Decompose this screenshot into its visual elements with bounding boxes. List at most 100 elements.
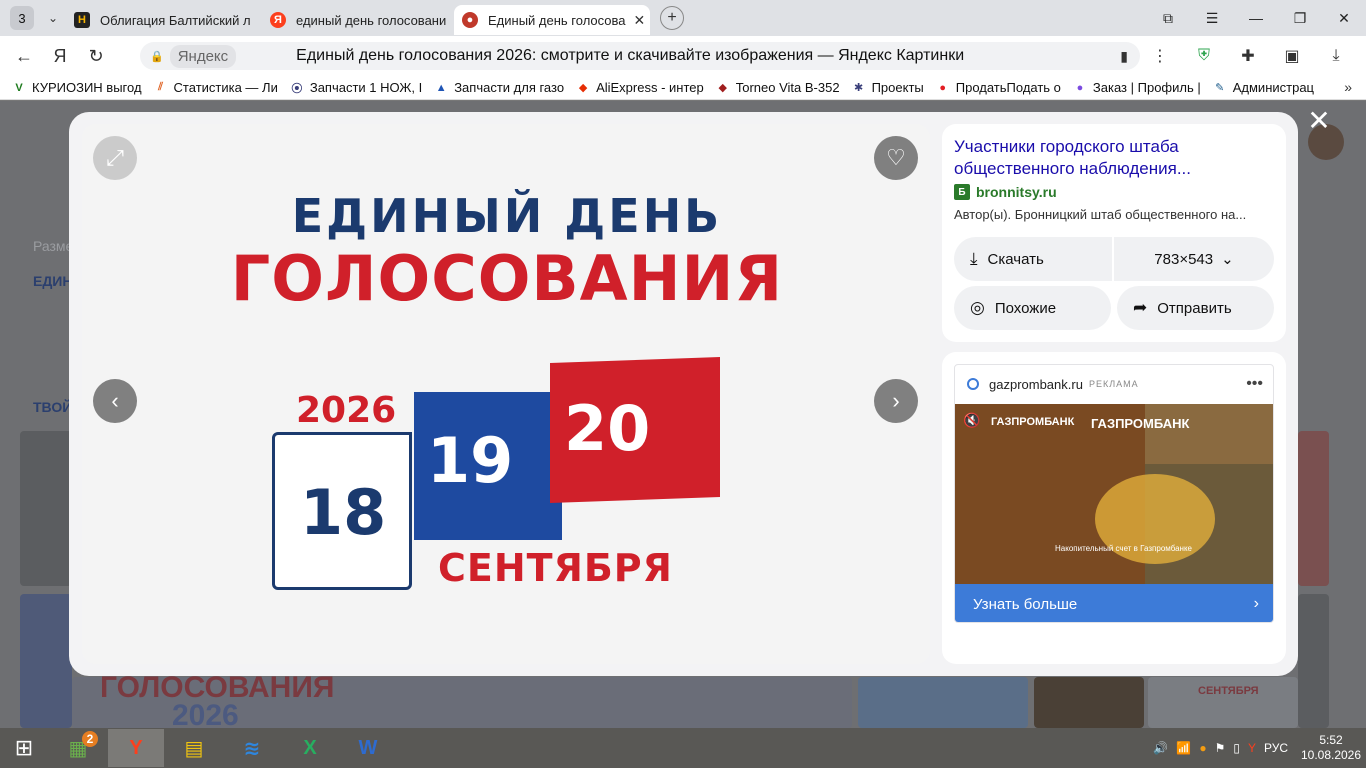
excel-icon[interactable]: X <box>282 729 338 767</box>
ad-options-icon[interactable]: ••• <box>1246 375 1263 393</box>
minimize-icon[interactable]: — <box>1234 10 1278 26</box>
ad-host: gazprombank.ru <box>989 376 1083 392</box>
tab-strip: 3 ⌄ H Облигация Балтийский л Я единый де… <box>0 0 1366 36</box>
source-host: bronnitsy.ru <box>976 184 1057 200</box>
new-tab-button[interactable]: + <box>660 6 684 30</box>
bookmarks-bar: V КУРИОЗИН выгод ⫽ Статистика — Ли ⦿ Запчас… <box>0 76 1366 100</box>
bookmark-icon: ◆ <box>718 82 727 94</box>
flag-icon[interactable]: ⚑ <box>1215 741 1226 755</box>
result-thumbnail[interactable] <box>20 594 72 728</box>
bookmark-item[interactable]: ● ПродатьПодать о <box>936 80 1061 95</box>
bookmarks-more-icon[interactable]: » <box>1344 79 1352 95</box>
restore-icon[interactable]: ❐ <box>1278 10 1322 27</box>
language-indicator[interactable]: РУС <box>1264 741 1288 755</box>
bookmark-item[interactable]: ✎ Администрац <box>1213 80 1314 95</box>
share-button[interactable]: ➦ Отправить <box>1117 286 1274 330</box>
result-thumbnail-row[interactable]: ГОЛОСОВАНИЯ 2026 <box>72 671 852 728</box>
ad-card: gazprombank.ru РЕКЛАМА ••• 🔇 ГАЗПРОМБАНК… <box>942 352 1286 664</box>
size-label: 783×543 <box>1154 250 1214 268</box>
similar-button[interactable]: ◎ Похожие <box>954 286 1111 330</box>
ad-image[interactable]: 🔇 ГАЗПРОМБАНК ГАЗПРОМБАНК Накопительный … <box>955 404 1273 584</box>
bookmark-label: Проекты <box>871 80 924 95</box>
tab-favicon: H <box>74 12 90 28</box>
close-tab-icon[interactable]: ✕ <box>634 12 646 29</box>
extensions-icon[interactable]: ✚ <box>1226 46 1270 66</box>
network-icon[interactable]: 📶 <box>1176 741 1191 755</box>
ad-cta-label: Узнать больше <box>973 595 1078 613</box>
tab-counter[interactable]: 3 <box>10 6 34 30</box>
bookmark-icon: ▲ <box>435 81 447 94</box>
result-thumbnail[interactable] <box>1034 677 1144 728</box>
tab-yandex-search[interactable]: Я единый день голосовани <box>262 5 454 35</box>
result-thumbnail[interactable] <box>20 431 72 586</box>
bookmark-icon: ⫽ <box>158 81 163 93</box>
collections-icon[interactable]: ⧉ <box>1146 10 1190 27</box>
prev-image-icon[interactable]: ‹ <box>93 379 137 423</box>
bookmark-label: ПродатьПодать о <box>955 80 1061 95</box>
tab-list-chevron-icon[interactable]: ⌄ <box>40 6 66 30</box>
close-window-icon[interactable]: ✕ <box>1322 10 1366 27</box>
back-icon[interactable]: ← <box>6 46 42 67</box>
bookmark-item[interactable]: ● Заказ | Профиль | <box>1073 80 1201 95</box>
menu-icon[interactable]: ☰ <box>1190 10 1234 27</box>
tab-bond[interactable]: H Облигация Балтийский л <box>66 5 262 35</box>
sidebar-icon[interactable]: ▣ <box>1270 46 1314 66</box>
battery-icon[interactable]: ▯ <box>1233 741 1240 755</box>
mute-icon[interactable]: 🔇 <box>963 412 980 429</box>
next-image-icon[interactable]: › <box>874 379 918 423</box>
result-thumbnail[interactable] <box>1298 431 1329 586</box>
tab-favicon: Я <box>270 12 286 28</box>
more-icon[interactable]: ⋮ <box>1138 46 1182 66</box>
protect-shield-icon[interactable]: ⛨ <box>1182 47 1226 65</box>
main-image[interactable]: ⤢ ♡ ‹ › ЕДИНЫЙ ДЕНЬ ГОЛОСОВАНИЯ 2026 18 … <box>82 124 930 664</box>
stacked-app-icon[interactable]: ≋ <box>224 729 280 767</box>
result-thumbnail[interactable] <box>858 677 1028 728</box>
bookmark-item[interactable]: ▲ Запчасти для газо <box>434 80 564 95</box>
yandex-tray-icon[interactable]: Y <box>1248 741 1256 755</box>
size-select[interactable]: 783×543 ⌄ <box>1114 237 1274 281</box>
windows-start-icon[interactable]: ⊞ <box>0 728 48 768</box>
url-host: Яндекс <box>169 44 237 68</box>
chevron-right-icon: › <box>1253 595 1259 612</box>
file-explorer-icon[interactable]: ▤ <box>166 729 222 767</box>
odnoklassniki-icon[interactable]: ● <box>1199 741 1206 755</box>
result-heading: ТВОЙ <box>33 399 73 415</box>
bookmark-icon: ✎ <box>1215 82 1225 94</box>
clock[interactable]: 5:52 10.08.2026 <box>1296 733 1366 763</box>
poster-day-20: 20 <box>564 392 651 465</box>
poster-line1: ЕДИНЫЙ ДЕНЬ <box>291 189 723 243</box>
bookmark-item[interactable]: ⫽ Статистика — Ли <box>154 80 278 95</box>
url-field[interactable]: 🔒 Яндекс Единый день голосования 2026: с… <box>140 42 1140 70</box>
result-thumbnail[interactable]: СЕНТЯБРЯ <box>1148 677 1298 728</box>
yandex-logo-icon[interactable]: Я <box>42 46 78 67</box>
source-link[interactable]: Б bronnitsy.ru <box>954 184 1057 200</box>
volume-icon[interactable]: 🔊 <box>1153 741 1168 755</box>
download-icon[interactable]: ⤓ <box>1314 47 1358 65</box>
result-thumbnail[interactable] <box>1298 594 1329 728</box>
bookmark-item[interactable]: ⦿ Запчасти 1 НОЖ, I <box>290 80 422 95</box>
bookmark-icon[interactable]: ▮ <box>1120 48 1128 65</box>
fullscreen-icon[interactable]: ⤢ <box>93 136 137 180</box>
page-title: Единый день голосования 2026: смотрите и… <box>296 47 965 64</box>
tab-yandex-images[interactable]: ● Единый день голосова ✕ <box>454 5 650 35</box>
bookmark-item[interactable]: ✱ Проекты <box>852 80 924 95</box>
bookmark-item[interactable]: V КУРИОЗИН выгод <box>12 80 142 95</box>
favorite-heart-icon[interactable]: ♡ <box>874 136 918 180</box>
reload-icon[interactable]: ↻ <box>78 46 114 67</box>
download-label: Скачать <box>987 250 1044 268</box>
ad-learn-more-button[interactable]: Узнать больше › <box>955 584 1273 622</box>
ad-banner[interactable]: gazprombank.ru РЕКЛАМА ••• 🔇 ГАЗПРОМБАНК… <box>954 364 1274 623</box>
close-viewer-icon[interactable]: ✕ <box>1304 106 1334 136</box>
yandex-browser-icon[interactable]: Y <box>108 729 164 767</box>
tab-label: Облигация Балтийский л <box>100 12 251 28</box>
word-icon[interactable]: W <box>340 729 396 767</box>
windows-taskbar: ⊞ ▦ 2 Y ▤ ≋ X W 🔊 📶 ● ⚑ ▯ Y РУС 5:52 10.0… <box>0 728 1366 768</box>
image-source-title[interactable]: Участники городского штаба общественного… <box>954 136 1274 180</box>
download-button[interactable]: ⤓ Скачать <box>954 237 1112 281</box>
bookmark-label: КУРИОЗИН выгод <box>32 80 142 95</box>
bookmark-item[interactable]: ◆ AliExpress - интер <box>576 80 704 95</box>
taskbar-app-icon[interactable]: ▦ 2 <box>50 729 106 767</box>
bookmark-item[interactable]: ◆ Torneo Vita B-352 <box>716 80 840 95</box>
tab-label: единый день голосовани <box>296 12 447 28</box>
camera-icon: ◎ <box>970 298 985 317</box>
